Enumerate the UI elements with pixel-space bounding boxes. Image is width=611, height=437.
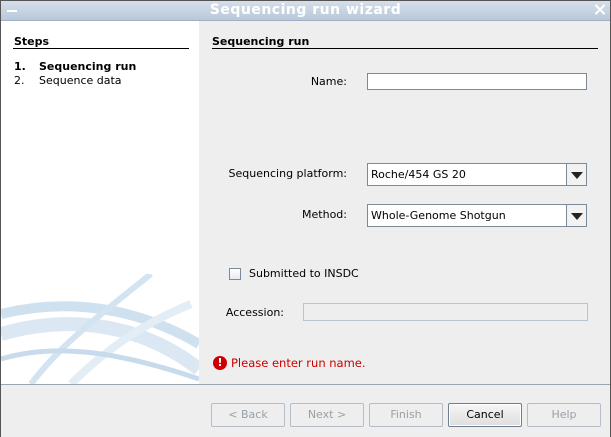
error-message: Please enter run name.: [231, 356, 366, 370]
steps-heading: Steps: [14, 35, 50, 48]
step-number: 2.: [14, 74, 25, 87]
step-label: Sequence data: [39, 74, 122, 87]
steps-divider: [13, 48, 189, 49]
close-icon[interactable]: [593, 3, 606, 16]
name-label: Name:: [310, 75, 347, 88]
error-icon: !: [213, 356, 227, 370]
finish-button[interactable]: Finish: [369, 403, 443, 427]
method-dropdown[interactable]: Whole-Genome Shotgun: [367, 204, 587, 227]
method-label: Method:: [302, 208, 347, 221]
steps-panel: Steps 1. Sequencing run 2. Sequence data: [1, 21, 199, 384]
chevron-down-icon[interactable]: [566, 205, 586, 226]
method-selected-value: Whole-Genome Shotgun: [371, 209, 506, 222]
cancel-button[interactable]: Cancel: [448, 403, 522, 427]
step-item-sequence-data: 2. Sequence data: [14, 74, 122, 87]
form-panel: Sequencing run Name: Sequencing platform…: [200, 21, 610, 384]
step-item-sequencing-run: 1. Sequencing run: [14, 60, 136, 73]
form-divider: [212, 48, 598, 49]
button-bar: < Back Next > Finish Cancel Help: [1, 384, 610, 437]
insdc-checkbox-label[interactable]: Submitted to INSDC: [249, 267, 359, 280]
step-number: 1.: [14, 60, 26, 73]
help-button[interactable]: Help: [527, 403, 601, 427]
platform-label: Sequencing platform:: [228, 167, 347, 180]
name-field[interactable]: [367, 73, 587, 90]
wizard-window: Sequencing run wizard Steps 1. Sequencing…: [0, 0, 611, 437]
title-bar[interactable]: Sequencing run wizard: [1, 1, 610, 21]
back-button[interactable]: < Back: [211, 403, 285, 427]
window-title: Sequencing run wizard: [209, 2, 402, 18]
step-label: Sequencing run: [39, 60, 137, 73]
platform-selected-value: Roche/454 GS 20: [371, 168, 466, 181]
insdc-checkbox[interactable]: [229, 268, 241, 280]
next-button[interactable]: Next >: [290, 403, 364, 427]
accession-field[interactable]: [303, 303, 588, 321]
decorative-swoosh-graphic: [1, 274, 199, 384]
accession-label: Accession:: [225, 306, 284, 319]
platform-dropdown[interactable]: Roche/454 GS 20: [367, 163, 587, 186]
chevron-down-icon[interactable]: [566, 164, 586, 185]
form-heading: Sequencing run: [212, 35, 310, 48]
